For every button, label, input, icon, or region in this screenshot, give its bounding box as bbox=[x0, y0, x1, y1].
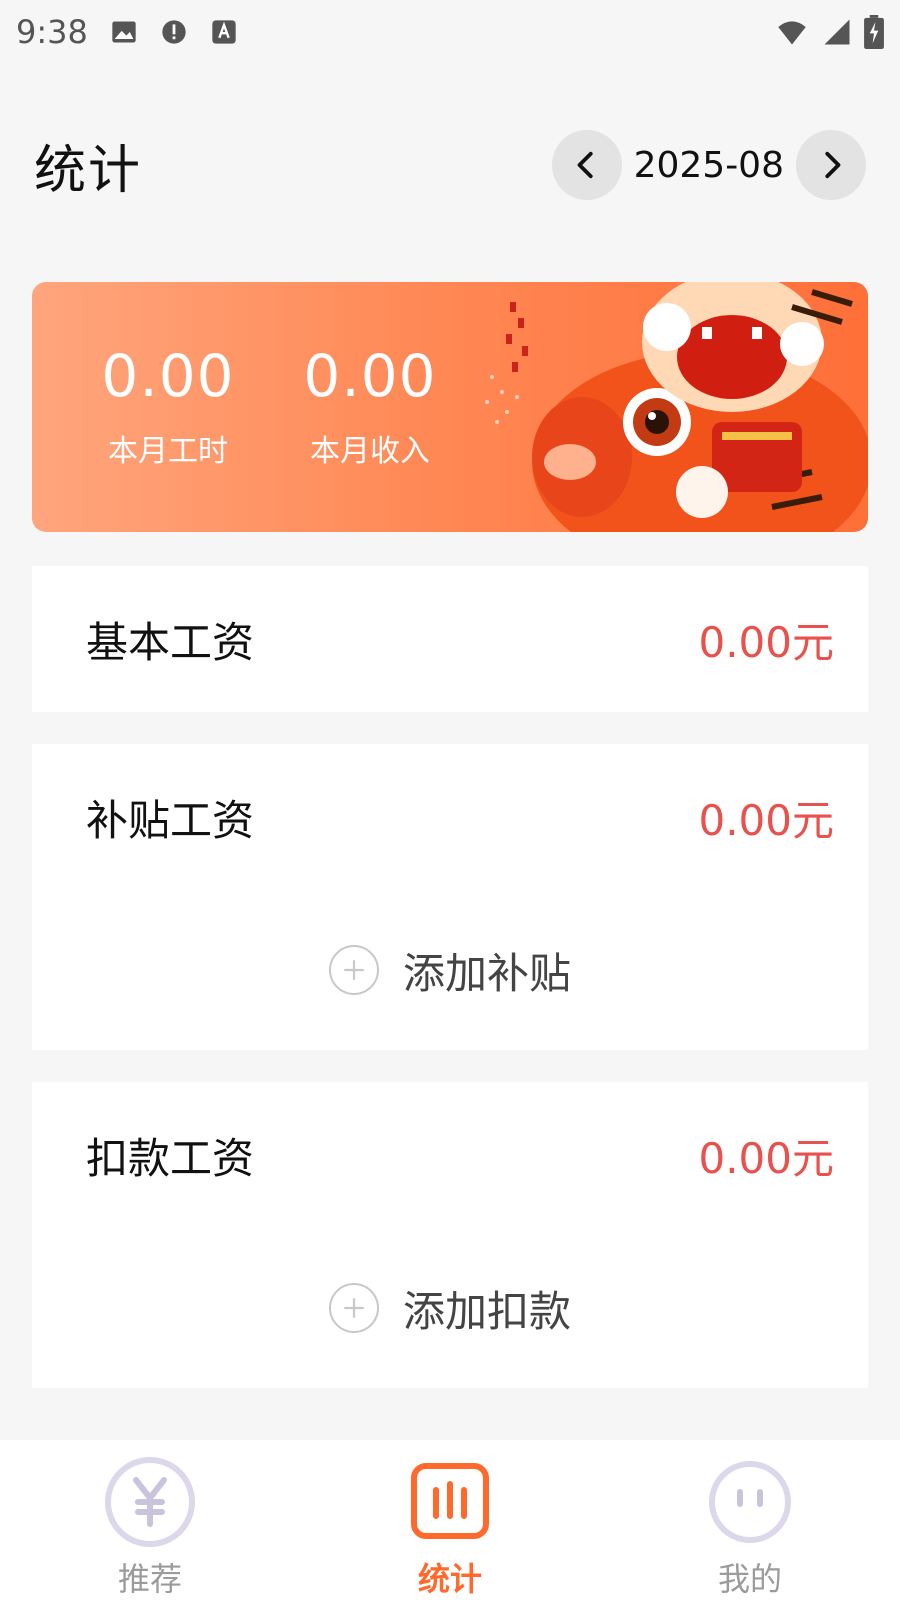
add-subsidy-button[interactable]: 添加补贴 bbox=[32, 940, 868, 1000]
plus-circle-icon bbox=[328, 1283, 379, 1333]
income-label: 本月收入 bbox=[310, 434, 430, 469]
prev-month-button[interactable] bbox=[551, 130, 622, 200]
subsidy-label: 补贴工资 bbox=[86, 795, 255, 845]
bottom-tab-bar: 推荐 统计 我的 bbox=[0, 1440, 900, 1600]
status-bar: 9:38 bbox=[0, 0, 900, 64]
tab-label: 我的 bbox=[717, 1560, 782, 1598]
face-icon bbox=[709, 1461, 791, 1543]
page-title: 统计 bbox=[34, 140, 143, 201]
next-month-button[interactable] bbox=[796, 130, 866, 200]
add-subsidy-label: 添加补贴 bbox=[402, 948, 571, 998]
basic-salary-label: 基本工资 bbox=[86, 617, 255, 667]
deduction-row: 扣款工资 0.00元 bbox=[32, 1125, 868, 1185]
page-header: 统计 2025-08 bbox=[0, 120, 900, 210]
add-deduction-label: 添加扣款 bbox=[402, 1286, 571, 1336]
wifi-icon bbox=[778, 21, 806, 45]
status-time: 9:38 bbox=[16, 13, 88, 51]
hours-stat: 0.00 本月工时 bbox=[78, 342, 258, 470]
summary-banner: 0.00 本月工时 0.00 本月收入 bbox=[32, 282, 868, 532]
deduction-label: 扣款工资 bbox=[86, 1133, 255, 1183]
basic-salary-card[interactable]: 基本工资 0.00元 bbox=[32, 566, 868, 712]
tab-recommend[interactable]: 推荐 bbox=[0, 1440, 300, 1600]
battery-icon bbox=[864, 15, 884, 49]
basic-salary-amount: 0.00元 bbox=[698, 617, 834, 667]
yen-icon bbox=[105, 1457, 195, 1547]
tab-label: 统计 bbox=[417, 1560, 482, 1598]
hours-label: 本月工时 bbox=[108, 434, 228, 469]
basic-salary-row: 基本工资 0.00元 bbox=[32, 609, 868, 669]
tab-label: 推荐 bbox=[117, 1560, 182, 1598]
alert-icon bbox=[162, 20, 186, 44]
tab-statistics[interactable]: 统计 bbox=[300, 1440, 600, 1600]
income-stat: 0.00 本月收入 bbox=[280, 342, 460, 470]
hours-value: 0.00 bbox=[101, 342, 235, 410]
image-icon bbox=[112, 21, 136, 43]
deduction-card: 扣款工资 0.00元 添加扣款 bbox=[32, 1082, 868, 1388]
deduction-amount: 0.00元 bbox=[698, 1133, 834, 1183]
month-picker: 2025-08 bbox=[551, 130, 866, 200]
signal-icon bbox=[824, 19, 850, 45]
subsidy-amount: 0.00元 bbox=[698, 795, 834, 845]
current-month[interactable]: 2025-08 bbox=[634, 145, 784, 186]
chart-icon bbox=[411, 1463, 489, 1539]
chevron-left-icon bbox=[577, 151, 593, 179]
banner-illustration bbox=[485, 282, 868, 532]
income-value: 0.00 bbox=[303, 342, 437, 410]
plus-circle-icon bbox=[328, 945, 379, 995]
subsidy-card: 补贴工资 0.00元 添加补贴 bbox=[32, 744, 868, 1050]
tab-mine[interactable]: 我的 bbox=[600, 1440, 900, 1600]
add-deduction-button[interactable]: 添加扣款 bbox=[32, 1278, 868, 1338]
text-a-icon bbox=[212, 20, 236, 44]
chevron-right-icon bbox=[825, 151, 841, 179]
subsidy-row: 补贴工资 0.00元 bbox=[32, 787, 868, 847]
